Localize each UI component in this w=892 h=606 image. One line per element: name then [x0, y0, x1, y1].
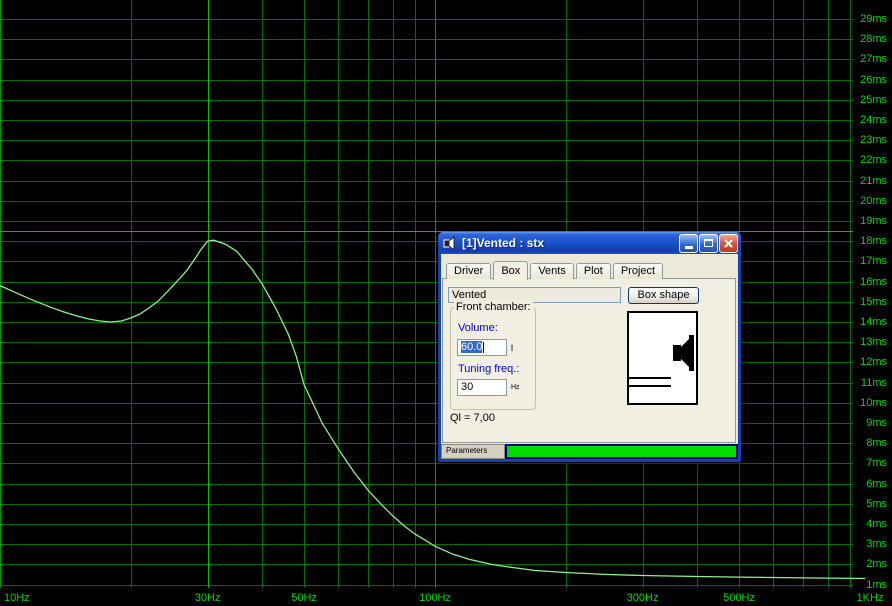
y-axis-label: 3ms	[865, 537, 888, 551]
x-axis-label: 50Hz	[289, 592, 319, 605]
y-axis-label: 5ms	[865, 497, 888, 511]
speaker-icon	[673, 335, 694, 371]
y-axis-label: 20ms	[859, 194, 888, 208]
tab-plot[interactable]: Plot	[576, 263, 611, 279]
box-shape-preview	[627, 311, 698, 405]
y-axis-label: 21ms	[859, 174, 888, 188]
vented-box-window: [1]Vented : stx DriverBoxVentsPlotProjec…	[438, 232, 741, 462]
volume-value: 60.0	[461, 341, 482, 353]
text-caret	[483, 342, 484, 353]
tab-vents[interactable]: Vents	[530, 263, 574, 279]
y-axis-label: 25ms	[859, 93, 888, 107]
y-axis-label: 9ms	[865, 416, 888, 430]
tuning-unit-label: Hz	[511, 384, 520, 391]
y-axis-label: 8ms	[865, 436, 888, 450]
y-axis-label: 16ms	[859, 275, 888, 289]
y-axis-label: 19ms	[859, 214, 888, 228]
y-axis-label: 23ms	[859, 133, 888, 147]
y-axis-label: 28ms	[859, 32, 888, 46]
minimize-icon	[685, 246, 693, 249]
window-titlebar[interactable]: [1]Vented : stx	[438, 232, 741, 254]
y-axis-label: 12ms	[859, 355, 888, 369]
front-chamber-legend: Front chamber:	[454, 301, 533, 314]
volume-input[interactable]: 60.0	[457, 339, 507, 356]
y-axis-label: 7ms	[865, 456, 888, 470]
volume-unit-label: l	[511, 343, 513, 353]
speaker-sim-app: 29ms 28ms 27ms 26ms 25ms 24ms 23ms 22ms 21ms 20ms…	[0, 0, 892, 606]
app-icon	[443, 236, 458, 251]
y-axis-label: 24ms	[859, 113, 888, 127]
tab-bar: DriverBoxVentsPlotProject	[446, 261, 665, 279]
front-chamber-groupbox: Front chamber: Volume: 60.0 l Tuning fre…	[450, 307, 536, 410]
y-axis-label: 18ms	[859, 234, 888, 248]
y-axis-label: 1ms	[865, 578, 888, 592]
minimize-button[interactable]	[679, 234, 698, 253]
x-axis-label: 1KHz	[855, 592, 886, 605]
close-icon	[723, 238, 734, 249]
y-axis-label: 11ms	[860, 376, 888, 390]
close-button[interactable]	[719, 234, 738, 253]
x-axis-label: 30Hz	[193, 592, 223, 605]
tab-box[interactable]: Box	[493, 261, 528, 280]
window-body: DriverBoxVentsPlotProject Vented Box sha…	[441, 254, 738, 459]
vent-port-icon	[629, 378, 671, 386]
parameters-tab[interactable]: Parameters	[441, 444, 505, 459]
y-axis-label: 13ms	[859, 335, 888, 349]
y-axis-label: 6ms	[865, 477, 888, 491]
y-axis-label: 2ms	[865, 557, 888, 571]
y-axis-label: 26ms	[859, 73, 888, 87]
x-axis-label: 500Hz	[721, 592, 757, 605]
tuning-freq-label: Tuning freq.:	[458, 363, 519, 376]
maximize-icon	[704, 239, 713, 247]
tab-driver[interactable]: Driver	[446, 263, 491, 279]
status-strip: Parameters	[441, 444, 738, 459]
volume-label: Volume:	[458, 322, 498, 335]
x-axis-label: 300Hz	[625, 592, 661, 605]
y-axis-label: 29ms	[859, 12, 888, 26]
box-shape-button[interactable]: Box shape	[628, 287, 699, 304]
y-axis-label: 15ms	[859, 295, 888, 309]
y-axis-label: 17ms	[859, 254, 888, 268]
tuning-freq-input[interactable]: 30	[457, 379, 507, 396]
y-axis-label: 14ms	[859, 315, 888, 329]
y-axis-label: 27ms	[859, 52, 888, 66]
window-title: [1]Vented : stx	[462, 236, 678, 250]
tab-project[interactable]: Project	[613, 263, 663, 279]
maximize-button[interactable]	[699, 234, 718, 253]
y-axis-label: 10ms	[859, 396, 888, 410]
x-axis-label: 10Hz	[2, 592, 32, 605]
y-axis-label: 22ms	[859, 153, 888, 167]
ql-value-text: Ql = 7,00	[450, 412, 495, 424]
x-axis-label: 100Hz	[417, 592, 453, 605]
progress-bar	[507, 446, 736, 457]
y-axis-label: 4ms	[865, 517, 888, 531]
